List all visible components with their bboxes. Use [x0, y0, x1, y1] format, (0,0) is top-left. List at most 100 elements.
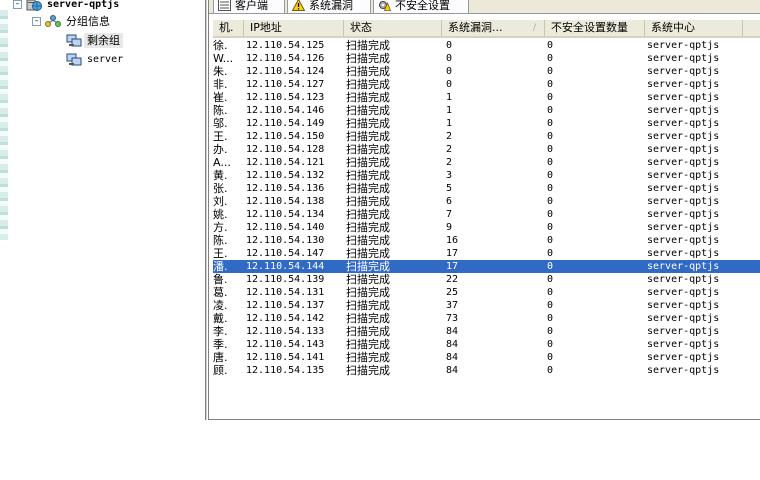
tree-item-label: server — [87, 54, 124, 65]
collapse-icon[interactable]: - — [32, 17, 41, 26]
table-row[interactable]: 戴. 12.110.54.142 扫描完成 73 0 server-qptjs — [213, 312, 760, 325]
cell-ip: 12.110.54.142 — [246, 313, 325, 324]
cell-machine: 刘. — [213, 195, 228, 208]
cell-ip: 12.110.54.130 — [246, 235, 325, 246]
table-row[interactable]: 姚. 12.110.54.134 扫描完成 7 0 server-qptjs — [213, 208, 760, 221]
cell-ip: 12.110.54.132 — [246, 170, 325, 181]
table-row[interactable]: A... 12.110.54.121 扫描完成 2 0 server-qptjs — [213, 156, 760, 169]
cell-unsafe-settings: 0 — [547, 274, 554, 285]
cell-unsafe-settings: 0 — [547, 365, 554, 376]
table-row[interactable]: 葛. 12.110.54.131 扫描完成 25 0 server-qptjs — [213, 286, 760, 299]
column-header-unsafe-settings[interactable]: 不安全设置数量 — [545, 20, 645, 36]
cell-unsafe-settings: 0 — [547, 248, 554, 259]
table-row[interactable]: 顾. 12.110.54.135 扫描完成 84 0 server-qptjs — [213, 364, 760, 377]
table-row[interactable]: 王. 12.110.54.147 扫描完成 17 0 server-qptjs — [213, 247, 760, 260]
cell-ip: 12.110.54.136 — [246, 183, 325, 194]
table-row[interactable]: 凌. 12.110.54.137 扫描完成 37 0 server-qptjs — [213, 299, 760, 312]
table-row[interactable]: 邬. 12.110.54.149 扫描完成 1 0 server-qptjs — [213, 117, 760, 130]
cell-unsafe-settings: 0 — [547, 131, 554, 142]
column-header-vulnerabilities[interactable]: 系统漏洞... / — [442, 20, 545, 36]
column-header-ip[interactable]: IP地址 — [244, 20, 344, 36]
cell-system-center: server-qptjs — [647, 40, 720, 51]
tree-node-root[interactable]: - server-qptjs — [13, 0, 122, 13]
cell-system-center: server-qptjs — [647, 339, 720, 350]
warning-icon — [292, 0, 305, 11]
table-row[interactable]: 刘. 12.110.54.138 扫描完成 6 0 server-qptjs — [213, 195, 760, 208]
cell-vulnerabilities: 7 — [446, 209, 453, 220]
cell-system-center: server-qptjs — [647, 365, 720, 376]
cell-machine: 凌. — [213, 299, 228, 312]
cell-system-center: server-qptjs — [647, 196, 720, 207]
cell-system-center: server-qptjs — [647, 144, 720, 155]
content-panel: 客户端 系统漏洞 不安全设置 机. IP地址 状态 系统漏洞... / 不安全设… — [208, 0, 760, 420]
cell-ip: 12.110.54.125 — [246, 40, 325, 51]
cell-machine: A... — [213, 156, 231, 169]
cell-unsafe-settings: 0 — [547, 235, 554, 246]
table-row[interactable]: 潘. 12.110.54.144 扫描完成 17 0 server-qptjs — [213, 260, 760, 273]
table-row[interactable]: 黄. 12.110.54.132 扫描完成 3 0 server-qptjs — [213, 169, 760, 182]
cell-vulnerabilities: 84 — [446, 339, 459, 350]
table-row[interactable]: 季. 12.110.54.143 扫描完成 84 0 server-qptjs — [213, 338, 760, 351]
cell-unsafe-settings: 0 — [547, 287, 554, 298]
table-row[interactable]: 办. 12.110.54.128 扫描完成 2 0 server-qptjs — [213, 143, 760, 156]
table-row[interactable]: 非. 12.110.54.127 扫描完成 0 0 server-qptjs — [213, 78, 760, 91]
cell-machine: 陈. — [213, 104, 228, 117]
table-row[interactable]: 陈. 12.110.54.130 扫描完成 16 0 server-qptjs — [213, 234, 760, 247]
table-row[interactable]: 张. 12.110.54.136 扫描完成 5 0 server-qptjs — [213, 182, 760, 195]
table-row[interactable]: 徐. 12.110.54.125 扫描完成 0 0 server-qptjs — [213, 39, 760, 52]
tree-node-remaining-group[interactable]: 剩余组 — [66, 32, 123, 49]
tab-clients[interactable]: 客户端 — [213, 0, 285, 13]
cell-system-center: server-qptjs — [647, 66, 720, 77]
cell-system-center: server-qptjs — [647, 261, 720, 272]
tab-unsafe-settings[interactable]: 不安全设置 — [373, 0, 469, 13]
cell-vulnerabilities: 16 — [446, 235, 459, 246]
column-header-system-center[interactable]: 系统中心 — [645, 20, 743, 36]
cell-status: 扫描完成 — [346, 286, 390, 299]
cell-unsafe-settings: 0 — [547, 326, 554, 337]
cell-ip: 12.110.54.121 — [246, 157, 325, 168]
cell-vulnerabilities: 3 — [446, 170, 453, 181]
cell-ip: 12.110.54.126 — [246, 53, 325, 64]
tree-node-server[interactable]: server — [66, 51, 126, 68]
cell-vulnerabilities: 22 — [446, 274, 459, 285]
cell-system-center: server-qptjs — [647, 118, 720, 129]
table-row[interactable]: 方. 12.110.54.140 扫描完成 9 0 server-qptjs — [213, 221, 760, 234]
cell-vulnerabilities: 0 — [446, 66, 453, 77]
collapse-icon[interactable]: - — [13, 0, 22, 9]
tab-label: 不安全设置 — [395, 0, 450, 12]
cell-status: 扫描完成 — [346, 247, 390, 260]
table-row[interactable]: 鲁. 12.110.54.139 扫描完成 22 0 server-qptjs — [213, 273, 760, 286]
table-row[interactable]: W... 12.110.54.126 扫描完成 0 0 server-qptjs — [213, 52, 760, 65]
cell-vulnerabilities: 84 — [446, 352, 459, 363]
table-row[interactable]: 朱. 12.110.54.124 扫描完成 0 0 server-qptjs — [213, 65, 760, 78]
tab-vulnerabilities[interactable]: 系统漏洞 — [287, 0, 371, 13]
group-icon — [45, 14, 61, 27]
cell-machine: 非. — [213, 78, 228, 91]
cell-ip: 12.110.54.139 — [246, 274, 325, 285]
cell-unsafe-settings: 0 — [547, 118, 554, 129]
table-row[interactable]: 唐. 12.110.54.141 扫描完成 84 0 server-qptjs — [213, 351, 760, 364]
cell-vulnerabilities: 0 — [446, 40, 453, 51]
cell-status: 扫描完成 — [346, 39, 390, 52]
cell-unsafe-settings: 0 — [547, 144, 554, 155]
tree-node-group[interactable]: - 分组信息 — [32, 13, 113, 30]
cell-ip: 12.110.54.137 — [246, 300, 325, 311]
cell-machine: 方. — [213, 221, 228, 234]
table-row[interactable]: 李. 12.110.54.133 扫描完成 84 0 server-qptjs — [213, 325, 760, 338]
column-header-status[interactable]: 状态 — [344, 20, 442, 36]
cell-system-center: server-qptjs — [647, 92, 720, 103]
cell-system-center: server-qptjs — [647, 326, 720, 337]
cell-ip: 12.110.54.144 — [246, 261, 325, 272]
cell-machine: 顾. — [213, 364, 228, 377]
cell-system-center: server-qptjs — [647, 287, 720, 298]
cell-vulnerabilities: 37 — [446, 300, 459, 311]
table-row[interactable]: 崔. 12.110.54.123 扫描完成 1 0 server-qptjs — [213, 91, 760, 104]
table-row[interactable]: 王. 12.110.54.150 扫描完成 2 0 server-qptjs — [213, 130, 760, 143]
cell-machine: 徐. — [213, 39, 228, 52]
cell-vulnerabilities: 2 — [446, 157, 453, 168]
cell-vulnerabilities: 84 — [446, 365, 459, 376]
cell-unsafe-settings: 0 — [547, 170, 554, 181]
column-header-machine[interactable]: 机. — [213, 20, 244, 36]
cell-ip: 12.110.54.128 — [246, 144, 325, 155]
table-row[interactable]: 陈. 12.110.54.146 扫描完成 1 0 server-qptjs — [213, 104, 760, 117]
